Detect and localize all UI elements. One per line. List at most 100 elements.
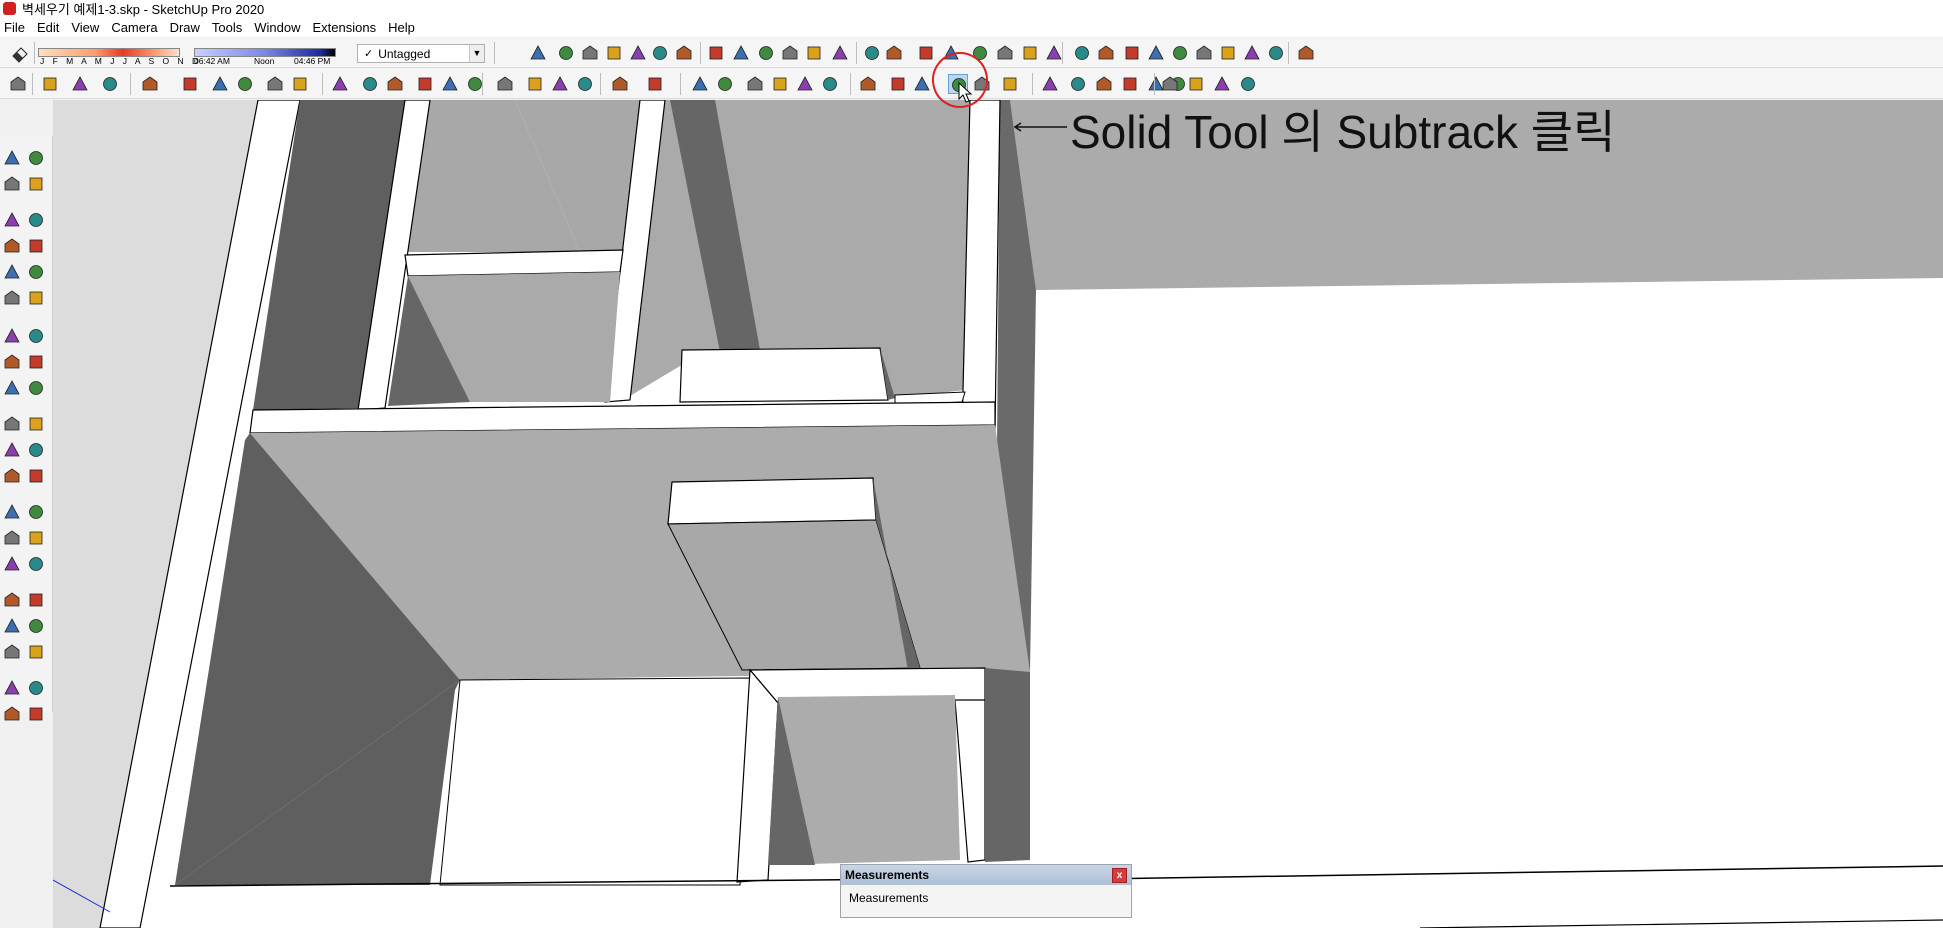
menu-help[interactable]: Help <box>384 20 423 35</box>
house-outline-icon[interactable] <box>745 74 765 94</box>
look-around-icon[interactable] <box>26 616 46 636</box>
eraser-icon[interactable] <box>26 174 46 194</box>
menu-edit[interactable]: Edit <box>33 20 67 35</box>
top-cube-icon[interactable] <box>1238 74 1258 94</box>
3d-text-icon[interactable] <box>26 502 46 522</box>
warehouse-icon[interactable] <box>690 74 710 94</box>
menu-extensions[interactable]: Extensions <box>309 20 385 35</box>
layout-icon[interactable] <box>575 74 595 94</box>
orbit-icon[interactable] <box>1096 43 1116 63</box>
front-view-icon[interactable] <box>604 43 624 63</box>
walk-icon[interactable] <box>2 642 22 662</box>
share-icon[interactable] <box>2 704 22 724</box>
intersect-icon[interactable] <box>1044 43 1064 63</box>
warehouse-icon[interactable] <box>2 678 22 698</box>
3d-warehouse-icon[interactable] <box>525 74 545 94</box>
follow-me-icon[interactable] <box>995 43 1015 63</box>
orbit-icon[interactable] <box>415 74 435 94</box>
front-cube-icon[interactable] <box>1212 74 1232 94</box>
shadow-date-slider[interactable]: J F M A M J J A S O N D <box>38 48 198 66</box>
iso-cube-icon[interactable] <box>1186 74 1206 94</box>
orbit-icon[interactable] <box>2 528 22 548</box>
pencil-icon[interactable] <box>2 210 22 230</box>
tape-icon[interactable] <box>2 440 22 460</box>
polygon-icon[interactable] <box>26 262 46 282</box>
shadow-toggle-icon[interactable] <box>528 43 548 63</box>
paint-icon[interactable] <box>385 74 405 94</box>
circle-icon[interactable] <box>2 262 22 282</box>
follow-me-icon[interactable] <box>26 378 46 398</box>
menu-tools[interactable]: Tools <box>208 20 250 35</box>
two-point-arc-icon[interactable] <box>2 326 22 346</box>
zoom-icon[interactable] <box>2 554 22 574</box>
text-icon[interactable] <box>360 74 380 94</box>
union-icon[interactable] <box>912 74 932 94</box>
xray-icon[interactable] <box>706 43 726 63</box>
hidden-line-icon[interactable] <box>780 43 800 63</box>
zoom-window-icon[interactable] <box>1170 43 1190 63</box>
pan-icon[interactable] <box>440 74 460 94</box>
text-icon[interactable] <box>26 466 46 486</box>
smoove-icon[interactable] <box>1120 74 1140 94</box>
position-camera-icon[interactable] <box>2 616 22 636</box>
tag-select[interactable]: ✓ Untagged ▼ <box>357 44 485 63</box>
zoom-extents-icon[interactable] <box>1194 43 1214 63</box>
pie-icon[interactable] <box>26 288 46 308</box>
tape-icon[interactable] <box>330 74 350 94</box>
extension-warehouse-icon[interactable] <box>550 74 570 94</box>
user-icon[interactable] <box>645 74 665 94</box>
scale-icon[interactable] <box>2 414 22 434</box>
follow-me-icon[interactable] <box>210 74 230 94</box>
three-point-arc-icon[interactable] <box>26 326 46 346</box>
rotate-icon[interactable] <box>265 74 285 94</box>
look-around-icon[interactable] <box>1242 43 1262 63</box>
ruby-icon[interactable] <box>610 74 630 94</box>
arc-icon[interactable] <box>2 288 22 308</box>
select-icon[interactable] <box>2 148 22 168</box>
move-icon[interactable] <box>235 74 255 94</box>
monochrome-icon[interactable] <box>862 43 882 63</box>
close-icon[interactable]: x <box>1112 868 1127 883</box>
axes-icon[interactable] <box>1160 74 1180 94</box>
protractor-icon[interactable] <box>2 466 22 486</box>
section-plane-icon[interactable] <box>884 43 904 63</box>
model-viewport[interactable] <box>53 100 1943 928</box>
eraser-icon[interactable] <box>10 43 30 63</box>
from-scratch-icon[interactable] <box>1094 74 1114 94</box>
iso-view-icon[interactable] <box>556 43 576 63</box>
arc-icon[interactable] <box>100 74 120 94</box>
intersect-solid-icon[interactable] <box>888 74 908 94</box>
house-roof-icon[interactable] <box>770 74 790 94</box>
measurements-box[interactable]: Measurements x Measurements <box>840 864 1132 918</box>
rectangle-icon[interactable] <box>140 74 160 94</box>
shaded-icon[interactable] <box>804 43 824 63</box>
zoom-extents-icon[interactable] <box>495 74 515 94</box>
storefront-icon[interactable] <box>820 74 840 94</box>
left-view-icon[interactable] <box>674 43 694 63</box>
component-icon[interactable] <box>26 148 46 168</box>
back-view-icon[interactable] <box>650 43 670 63</box>
select-icon[interactable] <box>8 74 28 94</box>
axes-icon[interactable] <box>2 502 22 522</box>
shadow-time-slider[interactable]: 06:42 AM Noon 04:46 PM <box>194 48 336 66</box>
zoom-icon[interactable] <box>1146 43 1166 63</box>
rectangle-icon[interactable] <box>2 236 22 256</box>
push-pull-icon[interactable] <box>180 74 200 94</box>
menu-window[interactable]: Window <box>250 20 308 35</box>
pan-icon[interactable] <box>1122 43 1142 63</box>
wireframe-icon[interactable] <box>756 43 776 63</box>
right-view-icon[interactable] <box>628 43 648 63</box>
chevron-down-icon[interactable]: ▼ <box>469 45 484 62</box>
from-contours-icon[interactable] <box>1068 74 1088 94</box>
zoom-extents-icon[interactable] <box>2 590 22 610</box>
section-display-icon[interactable] <box>916 43 936 63</box>
shaded-textures-icon[interactable] <box>830 43 850 63</box>
walk-icon[interactable] <box>1266 43 1286 63</box>
solid-icon[interactable] <box>1072 43 1092 63</box>
position-camera-icon[interactable] <box>1218 43 1238 63</box>
previous-view-icon[interactable] <box>26 590 46 610</box>
top-view-icon[interactable] <box>580 43 600 63</box>
sandbox-icon[interactable] <box>1040 74 1060 94</box>
ruby-icon[interactable] <box>26 704 46 724</box>
section-plane-icon[interactable] <box>26 642 46 662</box>
